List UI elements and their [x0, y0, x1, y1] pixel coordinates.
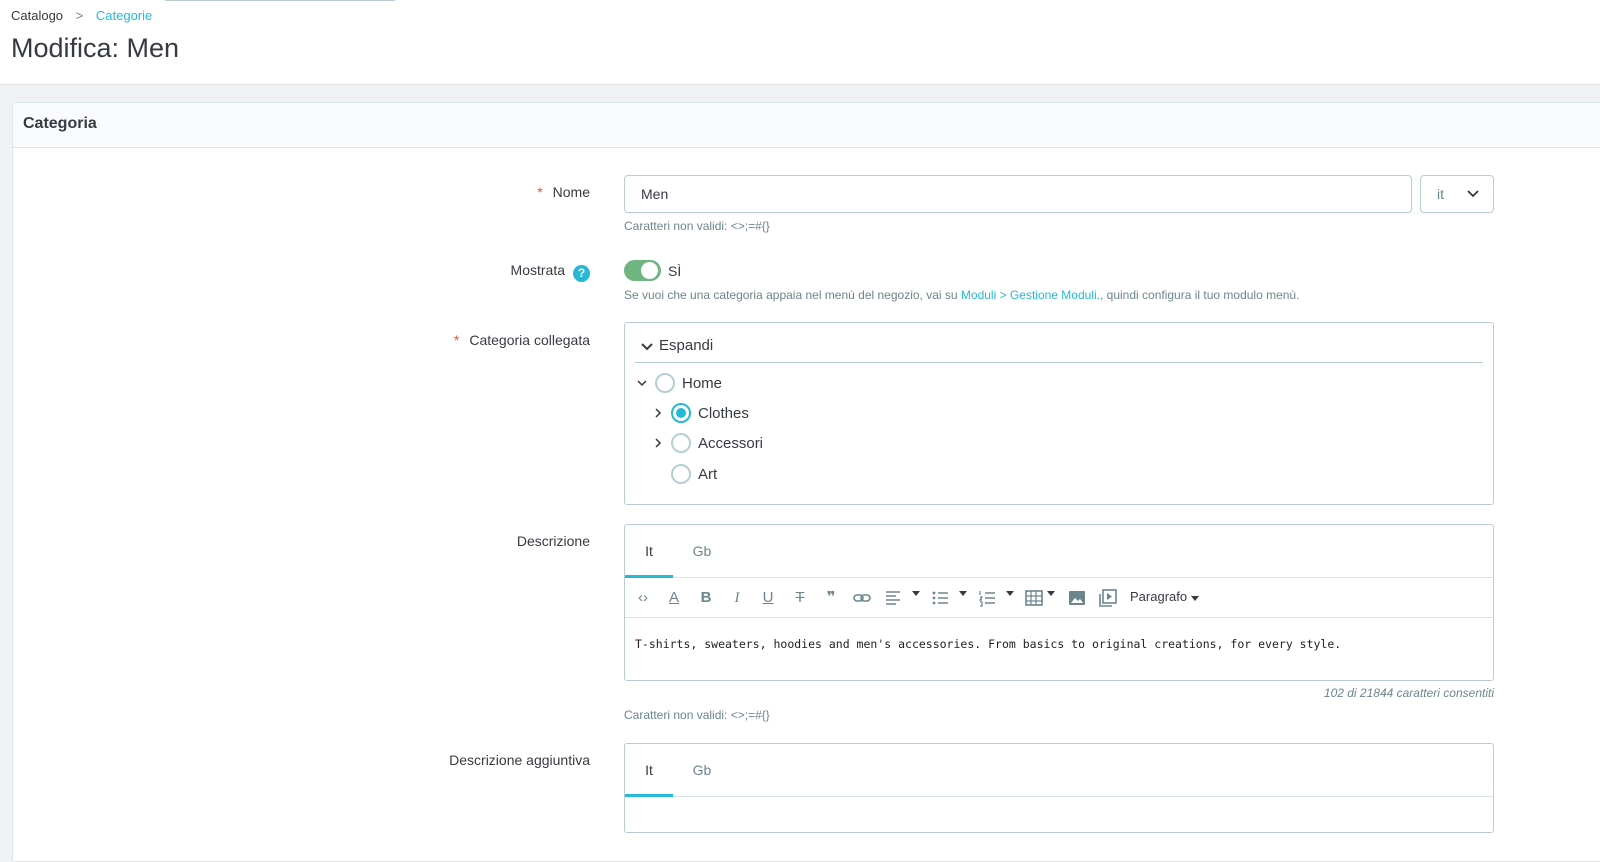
breadcrumb: Catalogo > Categorie [11, 8, 152, 23]
displayed-hint-suffix: , quindi configura il tuo modulo menù. [1099, 288, 1300, 302]
editor-toolbar: ‹› A B I U T ❞ Paragrafo [625, 578, 1493, 618]
bullet-list-dropdown-icon[interactable] [959, 591, 967, 596]
parent-category-label-text: Categoria collegata [469, 332, 590, 348]
description-label: Descrizione [516, 533, 590, 549]
card-title: Categoria [13, 103, 1600, 148]
radio-home[interactable] [655, 373, 675, 393]
tab-it[interactable]: It [625, 744, 673, 797]
breadcrumb-separator: > [75, 8, 84, 23]
name-hint: Caratteri non validi: <>;=#{} [624, 219, 770, 233]
table-dropdown-icon[interactable] [1047, 591, 1055, 596]
displayed-toggle[interactable] [624, 260, 661, 281]
top-search-bar[interactable] [162, 0, 398, 1]
numbered-list-icon[interactable] [976, 587, 998, 609]
image-icon[interactable] [1066, 587, 1088, 609]
displayed-hint: Se vuoi che una categoria appaia nel men… [624, 288, 1299, 302]
radio-art[interactable] [671, 464, 691, 484]
chevron-down-icon[interactable] [1191, 596, 1199, 601]
additional-description-editor: It Gb [624, 743, 1494, 833]
tab-gb[interactable]: Gb [678, 525, 726, 578]
chevron-right-icon[interactable] [653, 408, 663, 418]
paragraph-format-label: Paragrafo [1130, 589, 1188, 604]
text-color-icon[interactable]: A [663, 587, 685, 609]
numbered-list-dropdown-icon[interactable] [1006, 591, 1014, 596]
chevron-down-icon[interactable] [637, 378, 647, 388]
toggle-knob [641, 262, 658, 279]
code-icon[interactable]: ‹› [632, 587, 654, 609]
tree-item-label: Art [698, 466, 718, 483]
displayed-hint-prefix: Se vuoi che una categoria appaia nel men… [624, 288, 958, 302]
required-mark: * [537, 184, 543, 200]
name-label-text: Nome [552, 184, 590, 200]
tab-it[interactable]: It [625, 525, 673, 578]
chevron-down-icon [1467, 190, 1479, 198]
tree-expand-label: Espandi [659, 337, 714, 354]
help-icon[interactable]: ? [573, 265, 590, 282]
table-icon[interactable] [1023, 587, 1045, 609]
name-label: * Nome [537, 184, 590, 200]
parent-category-label: * Categoria collegata [454, 332, 590, 348]
chevron-right-icon[interactable] [653, 438, 663, 448]
align-left-icon[interactable] [882, 587, 904, 609]
tree-item-label: Accessori [698, 435, 764, 452]
tree-item-art[interactable]: Art [653, 464, 953, 488]
italic-icon[interactable]: I [726, 587, 748, 609]
tree-expand-toggle[interactable]: Espandi [635, 333, 1483, 363]
link-icon[interactable] [851, 587, 873, 609]
description-hint: Caratteri non validi: <>;=#{} [624, 708, 770, 722]
description-language-tabs: It Gb [625, 525, 1493, 578]
tree-item-accessori[interactable]: Accessori [653, 433, 953, 457]
breadcrumb-parent[interactable]: Catalogo [11, 8, 63, 23]
description-editor: It Gb ‹› A B I U T ❞ Paragrafo T-shirts,… [624, 524, 1494, 681]
displayed-label-text: Mostrata [510, 262, 565, 278]
language-select[interactable]: it [1420, 175, 1494, 213]
page-header: Catalogo > Categorie Modifica: Men [0, 0, 1600, 85]
additional-description-language-tabs: It Gb [625, 744, 1493, 797]
paragraph-format-dropdown[interactable]: Paragrafo [1130, 589, 1187, 604]
bold-icon[interactable]: B [695, 587, 717, 609]
chevron-down-icon [641, 343, 653, 351]
character-counter: 102 di 21844 caratteri consentiti [1323, 686, 1494, 700]
displayed-label: Mostrata? [511, 262, 590, 282]
tree-item-clothes[interactable]: Clothes [653, 403, 953, 427]
underline-icon[interactable]: U [757, 587, 779, 609]
language-select-value: it [1437, 186, 1444, 202]
breadcrumb-current[interactable]: Categorie [96, 8, 152, 23]
tree-item-label: Home [682, 375, 723, 392]
radio-accessori[interactable] [671, 433, 691, 453]
radio-clothes[interactable] [671, 403, 691, 423]
tree-item-home[interactable]: Home [637, 373, 937, 397]
description-content[interactable]: T-shirts, sweaters, hoodies and men's ac… [625, 618, 1493, 680]
align-dropdown-icon[interactable] [912, 591, 920, 596]
additional-description-label: Descrizione aggiuntiva [449, 752, 590, 768]
category-tree: Espandi Home Clothes Accessori Art [624, 322, 1494, 505]
required-mark: * [453, 332, 460, 348]
bullet-list-icon[interactable] [929, 587, 951, 609]
blockquote-icon[interactable]: ❞ [820, 587, 842, 609]
page-title: Modifica: Men [11, 33, 180, 63]
displayed-state-label: SÌ [668, 263, 682, 279]
tree-item-label: Clothes [698, 405, 749, 422]
name-input[interactable]: Men [624, 175, 1412, 213]
strikethrough-icon[interactable]: T [789, 587, 811, 609]
modules-link[interactable]: Moduli > Gestione Moduli. [961, 288, 1100, 302]
tab-gb[interactable]: Gb [678, 744, 726, 797]
video-icon[interactable] [1097, 587, 1119, 609]
